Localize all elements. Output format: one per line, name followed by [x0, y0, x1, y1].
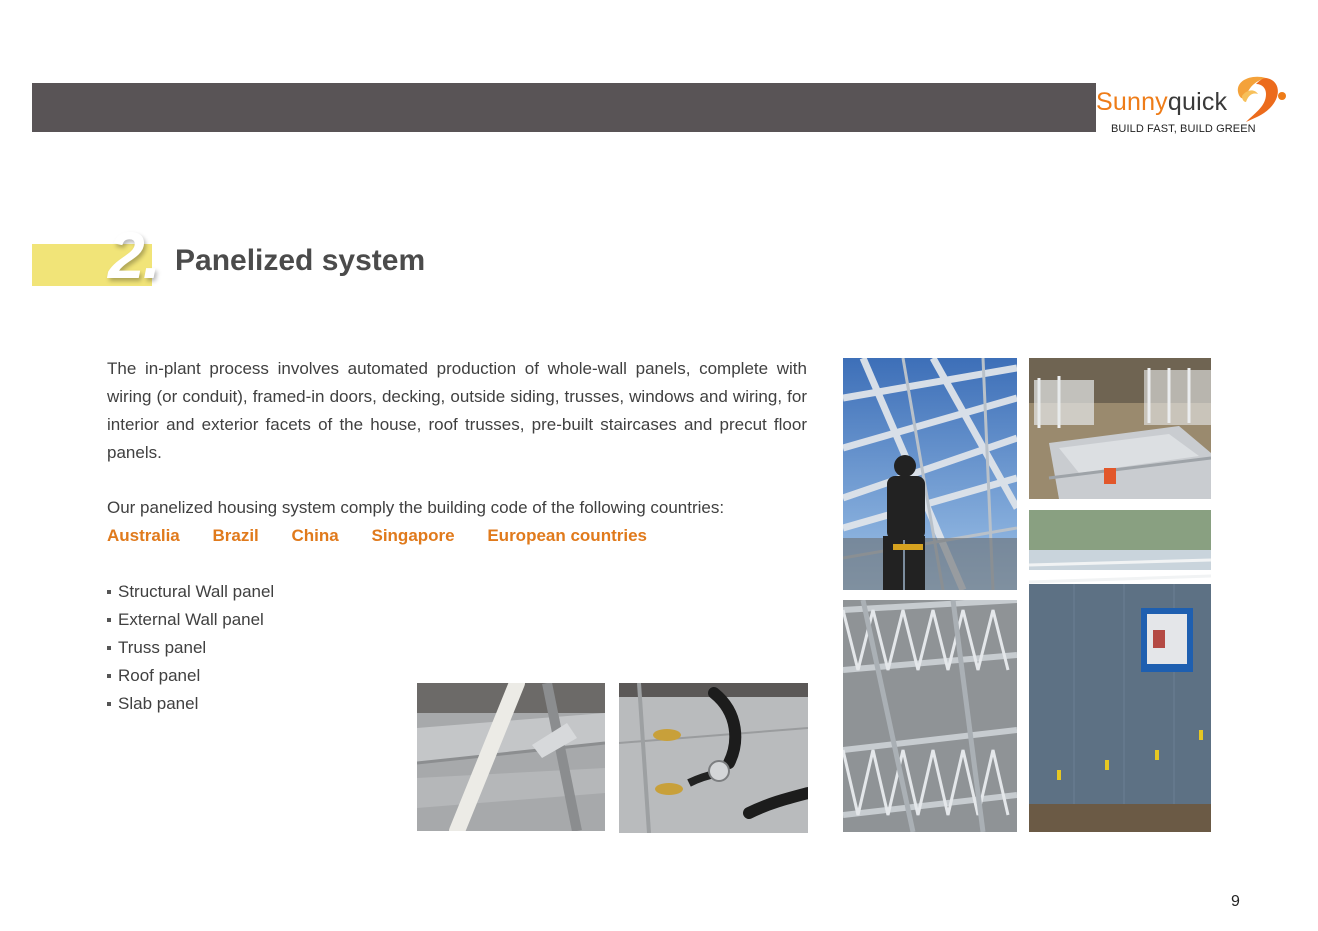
bullet-icon	[107, 589, 111, 594]
compliance-statement: Our panelized housing system comply the …	[107, 498, 725, 517]
logo-swirl-icon	[1237, 76, 1286, 122]
panel-type-label: Slab panel	[118, 694, 199, 713]
panel-type-label: Truss panel	[118, 638, 207, 657]
panel-type-label: Roof panel	[118, 666, 201, 685]
bullet-icon	[107, 673, 111, 678]
conduit-framing-photo	[417, 683, 605, 831]
bullet-icon	[107, 645, 111, 650]
clad-wall-window-photo	[1029, 510, 1211, 832]
logo-wordmark: Sunnyquick	[1096, 88, 1227, 117]
list-item: Structural Wall panel	[107, 578, 274, 606]
section-title: Panelized system	[175, 244, 426, 277]
floor-truss-photo	[843, 600, 1017, 832]
panel-type-label: Structural Wall panel	[118, 582, 275, 601]
panel-types-list: Structural Wall panel External Wall pane…	[107, 578, 274, 718]
intro-paragraph: The in-plant process involves automated …	[107, 359, 807, 462]
section-number: 2.	[108, 218, 161, 292]
header-bar	[32, 83, 1096, 132]
panel-type-label: External Wall panel	[118, 610, 264, 629]
list-item: Roof panel	[107, 662, 274, 690]
page-number: 9	[1231, 893, 1240, 910]
logo-name-part1: Sunny	[1096, 88, 1168, 116]
country-item: European countries	[487, 526, 647, 545]
factory-panels-photo	[1029, 358, 1211, 499]
country-item: Singapore	[371, 526, 455, 545]
logo-name-part2: quick	[1167, 88, 1228, 116]
list-item: Slab panel	[107, 690, 274, 718]
countries-list: Australia Brazil China Singapore Europea…	[107, 522, 675, 550]
service-holes-photo	[619, 683, 808, 833]
country-item: China	[291, 526, 339, 545]
list-item: Truss panel	[107, 634, 274, 662]
bullet-icon	[107, 617, 111, 622]
country-item: Australia	[107, 526, 180, 545]
list-item: External Wall panel	[107, 606, 274, 634]
roof-truss-worker-photo	[843, 358, 1017, 590]
bullet-icon	[107, 701, 111, 706]
country-item: Brazil	[212, 526, 259, 545]
brand-logo: Sunnyquick BUILD FAST, BUILD GREEN	[1096, 72, 1296, 138]
